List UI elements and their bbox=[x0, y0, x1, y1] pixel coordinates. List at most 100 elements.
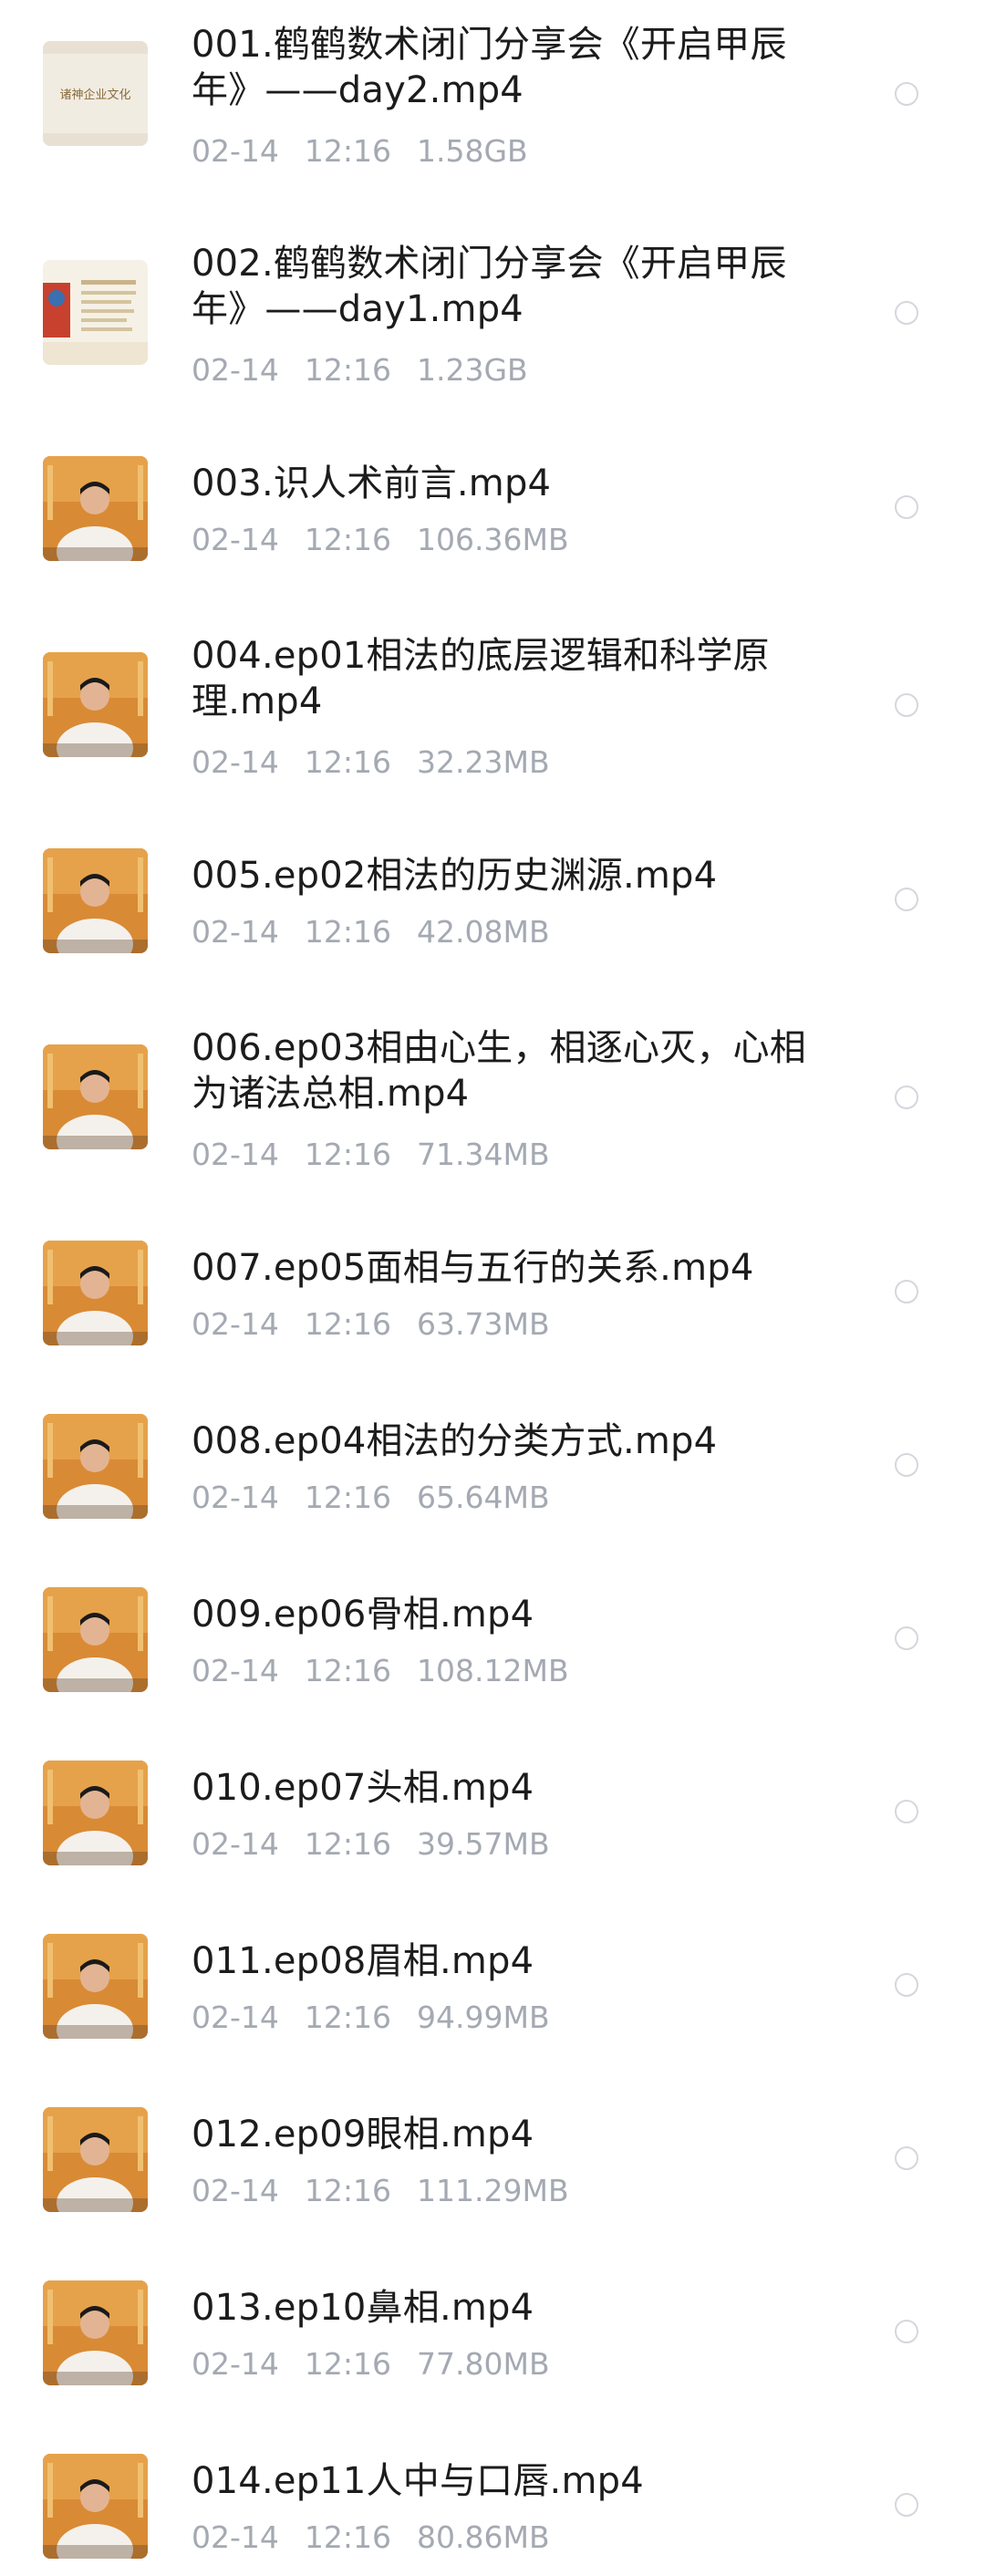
file-name: 012.ep09眼相.mp4 bbox=[192, 2114, 534, 2155]
presenter-video-thumbnail bbox=[43, 1587, 148, 1692]
file-row[interactable]: 006.ep03相由心生，相逐心灭，心相为诸法总相.mp4 02-14 12:16… bbox=[0, 1003, 985, 1186]
file-meta: 02-14 12:16 108.12MB bbox=[192, 1653, 812, 1689]
radio-circle-icon[interactable] bbox=[895, 301, 918, 325]
video-thumbnail bbox=[43, 2280, 148, 2385]
presenter-video-thumbnail bbox=[43, 1044, 148, 1149]
file-size: 106.36MB bbox=[417, 522, 569, 557]
file-size: 77.80MB bbox=[417, 2346, 550, 2382]
video-thumbnail bbox=[43, 848, 148, 953]
file-meta: 02-14 12:16 94.99MB bbox=[192, 2000, 812, 2036]
file-name: 009.ep06骨相.mp4 bbox=[192, 1594, 534, 1636]
file-row[interactable]: 诸神企业文化 001.鹤鹤数术闭门分享会《开启甲辰年》——day2.mp4 02… bbox=[0, 0, 985, 182]
file-size: 42.08MB bbox=[417, 914, 550, 950]
file-meta: 02-14 12:16 65.64MB bbox=[192, 1480, 812, 1516]
file-date: 02-14 bbox=[192, 2000, 279, 2035]
file-date: 02-14 bbox=[192, 2519, 279, 2555]
radio-circle-icon[interactable] bbox=[895, 1973, 918, 1997]
file-row[interactable]: 014.ep11人中与口唇.mp4 02-14 12:16 80.86MB bbox=[0, 2436, 985, 2572]
presenter-video-thumbnail bbox=[43, 1414, 148, 1519]
video-thumbnail bbox=[43, 652, 148, 757]
file-name: 008.ep04相法的分类方式.mp4 bbox=[192, 1420, 718, 1462]
file-date: 02-14 bbox=[192, 2346, 279, 2382]
file-meta: 02-14 12:16 32.23MB bbox=[192, 744, 812, 781]
radio-circle-icon[interactable] bbox=[895, 2146, 918, 2170]
file-time: 12:16 bbox=[304, 1653, 391, 1688]
file-meta: 02-14 12:16 71.34MB bbox=[192, 1137, 812, 1173]
file-name: 011.ep08眉相.mp4 bbox=[192, 1940, 534, 1982]
presenter-video-thumbnail bbox=[43, 848, 148, 953]
file-size: 71.34MB bbox=[417, 1137, 550, 1172]
file-time: 12:16 bbox=[304, 1480, 391, 1515]
presenter-video-thumbnail bbox=[43, 1934, 148, 2039]
file-name: 003.识人术前言.mp4 bbox=[192, 462, 552, 504]
file-row[interactable]: 009.ep06骨相.mp4 02-14 12:16 108.12MB bbox=[0, 1569, 985, 1706]
radio-circle-icon[interactable] bbox=[895, 2493, 918, 2517]
file-row[interactable]: 008.ep04相法的分类方式.mp4 02-14 12:16 65.64MB bbox=[0, 1396, 985, 1532]
file-size: 94.99MB bbox=[417, 2000, 550, 2035]
radio-circle-icon[interactable] bbox=[895, 693, 918, 717]
file-meta: 02-14 12:16 106.36MB bbox=[192, 522, 812, 558]
file-name: 013.ep10鼻相.mp4 bbox=[192, 2287, 534, 2329]
presenter-video-thumbnail bbox=[43, 1241, 148, 1345]
video-thumbnail bbox=[43, 2454, 148, 2559]
presenter-video-thumbnail bbox=[43, 1761, 148, 1865]
file-time: 12:16 bbox=[304, 2000, 391, 2035]
file-date: 02-14 bbox=[192, 522, 279, 557]
file-name: 002.鹤鹤数术闭门分享会《开启甲辰年》——day1.mp4 bbox=[192, 243, 787, 330]
file-row[interactable]: 004.ep01相法的底层逻辑和科学原理.mp4 02-14 12:16 32.23… bbox=[0, 611, 985, 794]
file-time: 12:16 bbox=[304, 744, 391, 780]
file-time: 12:16 bbox=[304, 1137, 391, 1172]
file-row[interactable]: 010.ep07头相.mp4 02-14 12:16 39.57MB bbox=[0, 1742, 985, 1879]
file-time: 12:16 bbox=[304, 352, 391, 388]
file-name: 010.ep07头相.mp4 bbox=[192, 1767, 534, 1809]
file-size: 1.58GB bbox=[417, 133, 528, 169]
file-date: 02-14 bbox=[192, 1826, 279, 1862]
video-thumbnail bbox=[43, 2107, 148, 2212]
video-thumbnail bbox=[43, 1241, 148, 1345]
presenter-video-thumbnail bbox=[43, 2107, 148, 2212]
file-size: 108.12MB bbox=[417, 1653, 569, 1688]
file-row[interactable]: 002.鹤鹤数术闭门分享会《开启甲辰年》——day1.mp4 02-14 12:1… bbox=[0, 219, 985, 401]
radio-circle-icon[interactable] bbox=[895, 1800, 918, 1823]
file-row[interactable]: 007.ep05面相与五行的关系.mp4 02-14 12:16 63.73MB bbox=[0, 1222, 985, 1359]
file-name: 006.ep03相由心生，相逐心灭，心相为诸法总相.mp4 bbox=[192, 1027, 806, 1115]
radio-circle-icon[interactable] bbox=[895, 495, 918, 519]
file-row[interactable]: 011.ep08眉相.mp4 02-14 12:16 94.99MB bbox=[0, 1916, 985, 2052]
file-meta: 02-14 12:16 39.57MB bbox=[192, 1826, 812, 1863]
file-date: 02-14 bbox=[192, 1306, 279, 1342]
video-thumbnail bbox=[43, 456, 148, 561]
file-meta: 02-14 12:16 77.80MB bbox=[192, 2346, 812, 2383]
file-time: 12:16 bbox=[304, 2519, 391, 2555]
file-date: 02-14 bbox=[192, 914, 279, 950]
file-meta: 02-14 12:16 80.86MB bbox=[192, 2519, 812, 2556]
presenter-video-thumbnail bbox=[43, 2280, 148, 2385]
presenter-video-thumbnail bbox=[43, 652, 148, 757]
radio-circle-icon[interactable] bbox=[895, 1085, 918, 1109]
radio-circle-icon[interactable] bbox=[895, 1626, 918, 1650]
file-time: 12:16 bbox=[304, 2173, 391, 2208]
file-size: 39.57MB bbox=[417, 1826, 550, 1862]
file-meta: 02-14 12:16 63.73MB bbox=[192, 1306, 812, 1343]
file-name: 005.ep02相法的历史渊源.mp4 bbox=[192, 855, 718, 897]
file-row[interactable]: 005.ep02相法的历史渊源.mp4 02-14 12:16 42.08MB bbox=[0, 830, 985, 967]
video-thumbnail bbox=[43, 1414, 148, 1519]
video-thumbnail bbox=[43, 260, 148, 365]
file-row[interactable]: 012.ep09眼相.mp4 02-14 12:16 111.29MB bbox=[0, 2089, 985, 2226]
file-row[interactable]: 013.ep10鼻相.mp4 02-14 12:16 77.80MB bbox=[0, 2262, 985, 2399]
file-date: 02-14 bbox=[192, 744, 279, 780]
file-meta: 02-14 12:16 111.29MB bbox=[192, 2173, 812, 2209]
file-meta: 02-14 12:16 42.08MB bbox=[192, 914, 812, 950]
radio-circle-icon[interactable] bbox=[895, 1453, 918, 1477]
file-time: 12:16 bbox=[304, 1826, 391, 1862]
file-list: 诸神企业文化 001.鹤鹤数术闭门分享会《开启甲辰年》——day2.mp4 02… bbox=[0, 0, 985, 2576]
radio-circle-icon[interactable] bbox=[895, 888, 918, 911]
file-date: 02-14 bbox=[192, 1137, 279, 1172]
file-name: 007.ep05面相与五行的关系.mp4 bbox=[192, 1247, 754, 1289]
video-thumbnail bbox=[43, 1761, 148, 1865]
radio-circle-icon[interactable] bbox=[895, 2320, 918, 2343]
radio-circle-icon[interactable] bbox=[895, 82, 918, 106]
file-date: 02-14 bbox=[192, 352, 279, 388]
radio-circle-icon[interactable] bbox=[895, 1280, 918, 1304]
file-size: 1.23GB bbox=[417, 352, 528, 388]
file-row[interactable]: 003.识人术前言.mp4 02-14 12:16 106.36MB bbox=[0, 438, 985, 575]
